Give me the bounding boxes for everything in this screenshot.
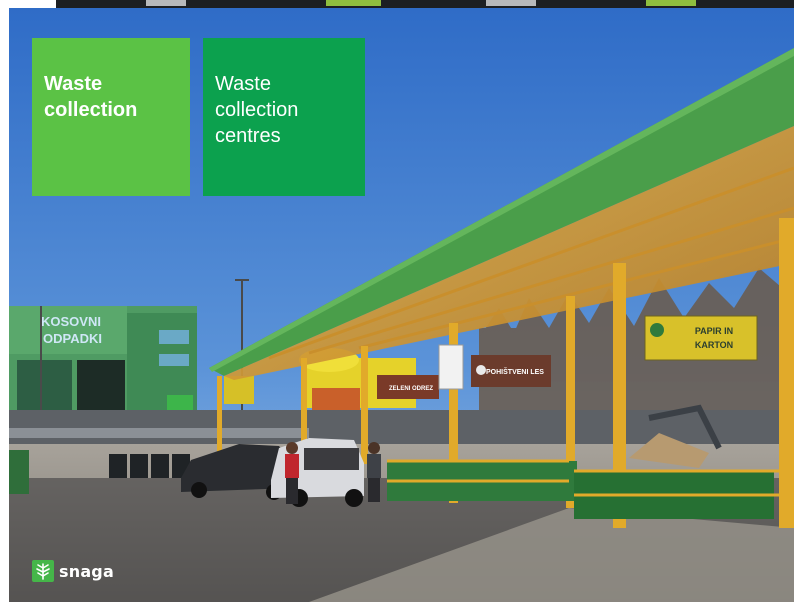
previous-slide-strip bbox=[0, 0, 794, 8]
sign-zeleni: ZELENI ODREZ bbox=[377, 375, 439, 399]
building-sign-line2: ODPADKI bbox=[43, 331, 102, 346]
sign-pohistveni: POHIŠTVENI LES bbox=[471, 355, 551, 387]
tile-b-line3: centres bbox=[215, 125, 281, 147]
tile-b-line2: collection bbox=[215, 99, 299, 121]
previous-slide-photo-edge bbox=[56, 0, 794, 8]
leaf-icon bbox=[32, 560, 54, 582]
brand-logo: snaga bbox=[32, 558, 114, 584]
brand-name: snaga bbox=[59, 561, 114, 581]
sign-papir-line1: PAPIR IN bbox=[695, 326, 733, 336]
sign-papir: PAPIR IN KARTON bbox=[644, 315, 758, 361]
tile-b-line1: Waste bbox=[215, 73, 271, 95]
sign-pohistveni-text: POHIŠTVENI LES bbox=[486, 367, 544, 376]
building-kosovni bbox=[9, 306, 197, 418]
slide-page: KOSOVNI ODPADKI PAPIR IN KARTON POHIŠTVE… bbox=[0, 0, 794, 603]
green-bin-left bbox=[9, 450, 29, 494]
building-sign-line1: KOSOVNI bbox=[41, 314, 101, 329]
tile-a-line2: collection bbox=[44, 99, 138, 121]
sign-symbols bbox=[438, 344, 464, 390]
tile-waste-collection-centres[interactable]: Waste collection centres bbox=[203, 38, 365, 196]
tile-waste-collection[interactable]: Waste collection bbox=[32, 38, 190, 196]
sign-papir-line2: KARTON bbox=[695, 340, 733, 350]
sign-zeleni-text: ZELENI ODREZ bbox=[389, 386, 433, 392]
tile-a-line1: Waste bbox=[44, 73, 103, 95]
sign-orange bbox=[312, 388, 360, 410]
